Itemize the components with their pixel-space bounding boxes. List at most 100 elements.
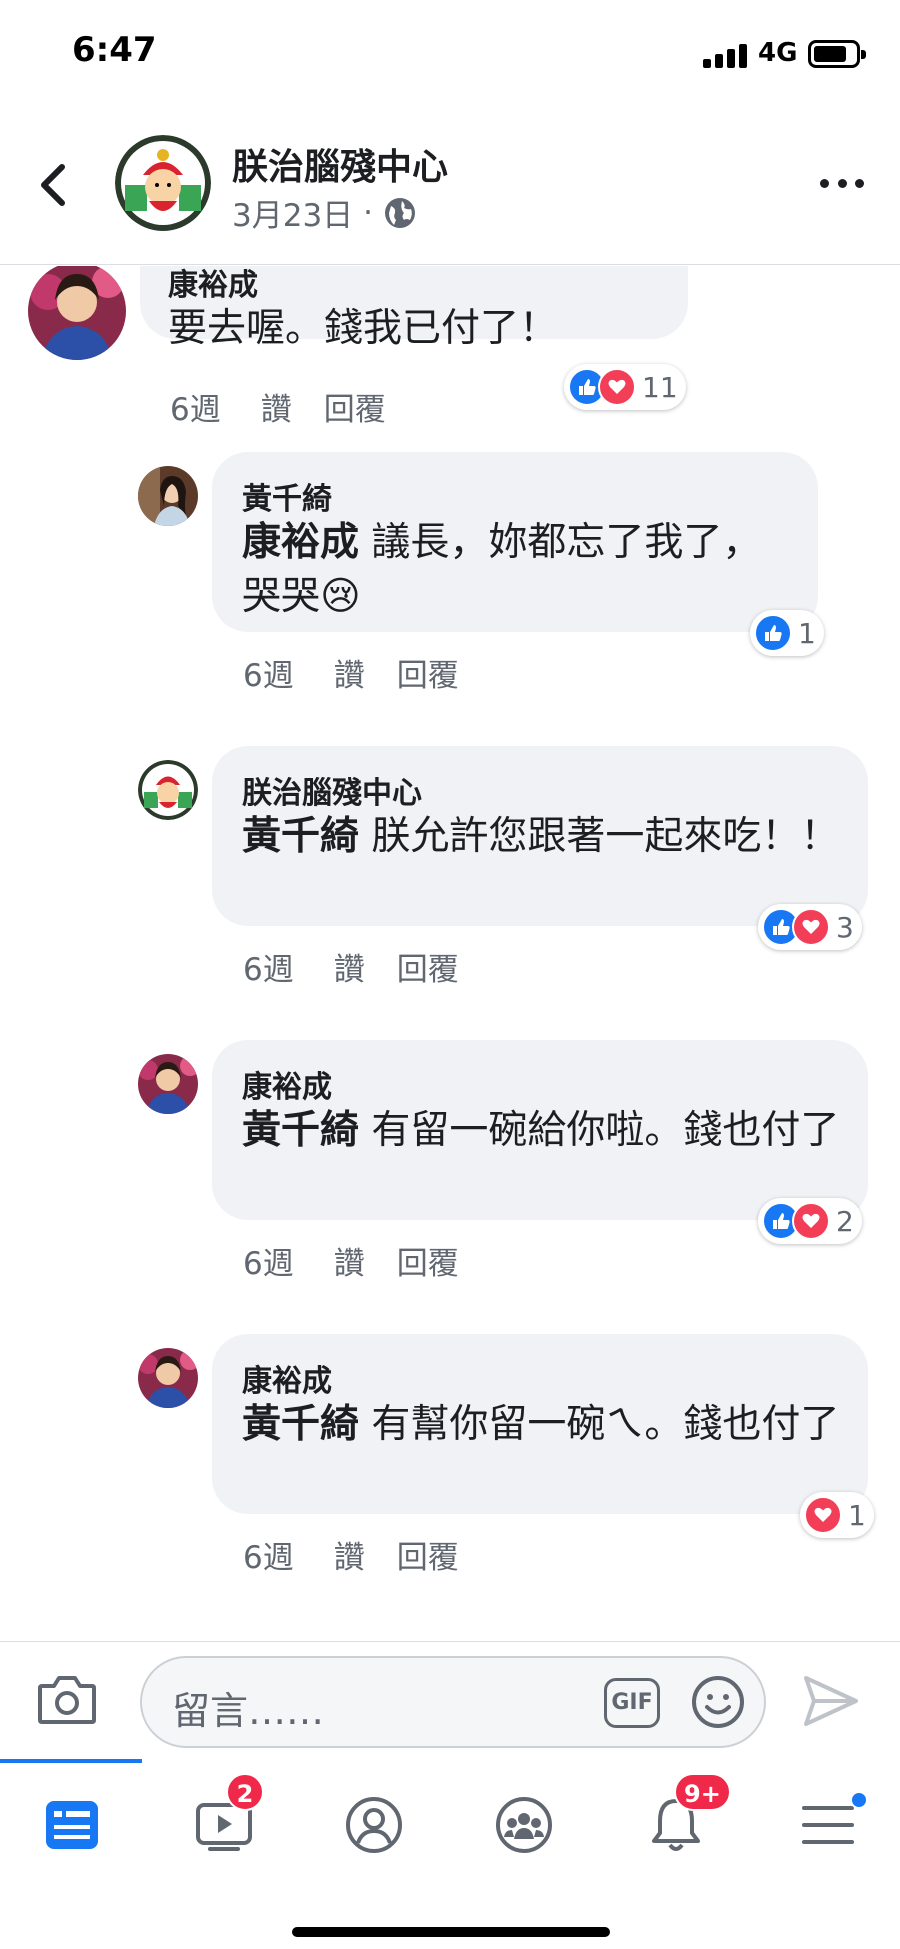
reactions-summary[interactable]: 11 (564, 364, 686, 410)
like-reaction-icon (754, 614, 792, 652)
home-indicator (292, 1927, 610, 1937)
comment-body: 朕允許您跟著一起來吃！！ (359, 814, 840, 859)
comment: 康裕成 黃千綺 有留一碗給你啦。錢也付了 6週 讚 回覆 2 (0, 1040, 900, 1294)
profile-icon (346, 1797, 402, 1853)
post-header: 朕治腦殘中心 3月23日 · (0, 110, 900, 265)
comment-text: 黃千綺 有留一碗給你啦。錢也付了 (242, 1104, 842, 1158)
comment-input-placeholder: 留言…… (172, 1689, 325, 1733)
comment-author[interactable]: 康裕成 (168, 266, 258, 304)
comment-actions: 6週 讚 回覆 (243, 1532, 459, 1577)
watch-badge: 2 (226, 1773, 264, 1811)
network-label: 4G (758, 38, 798, 68)
like-button[interactable]: 讚 (334, 1238, 365, 1283)
mention[interactable]: 黃千綺 (242, 1108, 359, 1153)
avatar[interactable] (138, 760, 198, 820)
comment: 朕治腦殘中心 黃千綺 朕允許您跟著一起來吃！！ 6週 讚 回覆 3 (0, 746, 900, 1000)
comment-actions: 6週 讚 回覆 (243, 944, 459, 989)
like-button[interactable]: 讚 (261, 384, 292, 429)
comment: 康裕成 要去喔。錢我已付了！ 6週 讚 回覆 11 (0, 266, 900, 428)
comment-time: 6週 (243, 658, 294, 694)
comment-author[interactable]: 康裕成 (242, 1356, 332, 1400)
dot (855, 178, 864, 188)
comments-list: 康裕成 要去喔。錢我已付了！ 6週 讚 回覆 11 黃千綺 康裕成 議長，妳都忘… (0, 266, 900, 1641)
reply-button[interactable]: 回覆 (397, 1238, 459, 1283)
active-tab-indicator (0, 1759, 142, 1763)
tab-news-feed[interactable] (22, 1785, 122, 1865)
comment-body: 有留一碗給你啦。錢也付了 (359, 1108, 840, 1153)
comment-composer: 留言…… GIF (0, 1641, 900, 1759)
comment-time: 6週 (243, 1246, 294, 1282)
avatar[interactable] (138, 466, 198, 526)
comment-actions: 6週 讚 回覆 (243, 1238, 459, 1283)
love-reaction-icon (804, 1496, 842, 1534)
tab-notifications[interactable]: 9+ (626, 1773, 731, 1865)
reactions-summary[interactable]: 1 (750, 610, 824, 656)
emoji-button[interactable] (690, 1674, 746, 1730)
comment-time: 6週 (170, 392, 221, 428)
send-icon (804, 1676, 858, 1726)
comment-author[interactable]: 黃千綺 (242, 474, 332, 518)
send-button[interactable] (800, 1670, 862, 1732)
like-button[interactable]: 讚 (334, 650, 365, 695)
tab-groups[interactable] (474, 1785, 574, 1865)
tab-menu[interactable] (778, 1785, 878, 1865)
reaction-count: 1 (798, 616, 816, 650)
reaction-count: 11 (642, 370, 678, 404)
meta-separator: · (363, 194, 374, 231)
love-reaction-icon (598, 368, 636, 406)
emoji-icon (692, 1676, 744, 1728)
dot (820, 178, 829, 188)
comment-text: 要去喔。錢我已付了！ (168, 302, 668, 356)
comment-input[interactable]: 留言…… GIF (140, 1656, 766, 1748)
tab-profile[interactable] (324, 1785, 424, 1865)
reactions-summary[interactable]: 3 (758, 904, 862, 950)
comment-actions: 6週 讚 回覆 (243, 650, 459, 695)
post-meta: 3月23日 · (232, 190, 417, 235)
avatar[interactable] (138, 1348, 198, 1408)
reactions-summary[interactable]: 1 (800, 1492, 874, 1538)
love-reaction-icon (792, 1202, 830, 1240)
comment: 黃千綺 康裕成 議長，妳都忘了我了，哭哭😢 6週 讚 回覆 1 (0, 452, 900, 706)
page-avatar[interactable] (115, 135, 211, 231)
comment: 康裕成 黃千綺 有幫你留一碗ㄟ。錢也付了 6週 讚 回覆 1 (0, 1334, 900, 1588)
reactions-summary[interactable]: 2 (758, 1198, 862, 1244)
like-button[interactable]: 讚 (334, 1532, 365, 1577)
page-name[interactable]: 朕治腦殘中心 (232, 138, 448, 190)
more-options-button[interactable] (820, 170, 864, 196)
notifications-badge: 9+ (674, 1773, 731, 1811)
reaction-count: 1 (848, 1498, 866, 1532)
reply-button[interactable]: 回覆 (397, 1532, 459, 1577)
gif-button[interactable]: GIF (604, 1678, 660, 1728)
mention[interactable]: 康裕成 (242, 520, 359, 565)
reply-button[interactable]: 回覆 (397, 650, 459, 695)
camera-button[interactable] (36, 1672, 98, 1728)
avatar[interactable] (28, 266, 126, 360)
mention[interactable]: 黃千綺 (242, 1402, 359, 1447)
comment-actions: 6週 讚 回覆 (170, 384, 386, 429)
signal-icon (703, 42, 749, 68)
comment-body: 有幫你留一碗ㄟ。錢也付了 (359, 1402, 840, 1447)
like-button[interactable]: 讚 (334, 944, 365, 989)
avatar[interactable] (138, 1054, 198, 1114)
reply-button[interactable]: 回覆 (397, 944, 459, 989)
status-time: 6:47 (72, 30, 157, 70)
back-button[interactable] (30, 155, 80, 215)
comment-text: 黃千綺 朕允許您跟著一起來吃！！ (242, 810, 842, 864)
post-date: 3月23日 (232, 198, 354, 234)
comment-body: 要去喔。錢我已付了！ (168, 306, 559, 351)
comment-author[interactable]: 康裕成 (242, 1062, 332, 1106)
groups-icon (496, 1797, 552, 1853)
love-reaction-icon (792, 908, 830, 946)
news-feed-icon (46, 1801, 98, 1849)
reply-button[interactable]: 回覆 (324, 384, 386, 429)
menu-dot-indicator (850, 1791, 868, 1809)
mention[interactable]: 黃千綺 (242, 814, 359, 859)
comment-author[interactable]: 朕治腦殘中心 (242, 768, 422, 812)
battery-icon (808, 40, 866, 68)
camera-icon (38, 1676, 96, 1724)
reaction-count: 3 (836, 910, 854, 944)
dot (837, 178, 847, 188)
bottom-navigation: 2 9+ (0, 1759, 900, 1949)
tab-watch[interactable]: 2 (174, 1773, 274, 1865)
status-bar: 6:47 4G (0, 0, 900, 110)
